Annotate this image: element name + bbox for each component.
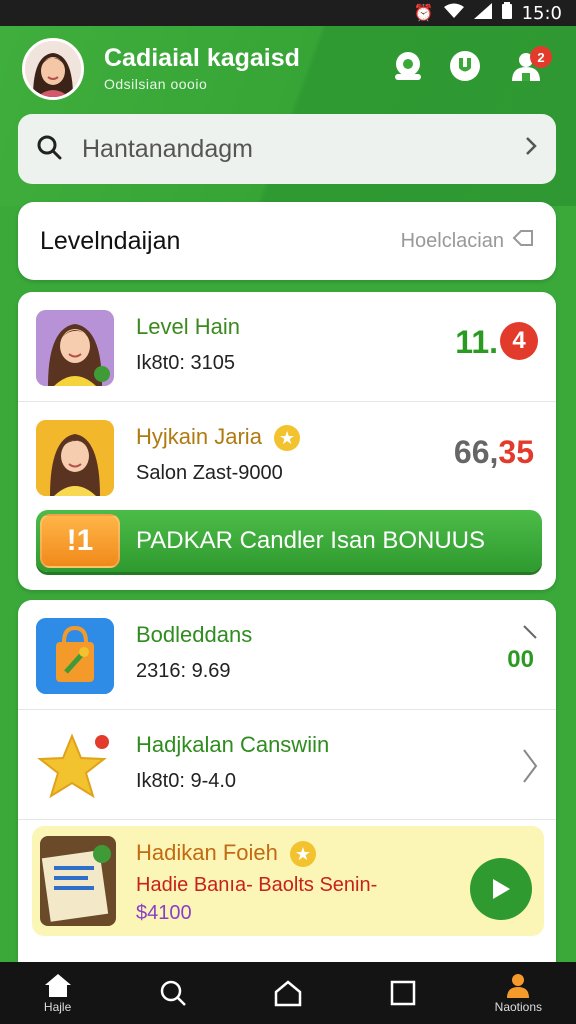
app-title: Cadiaial kagaisd <box>104 44 300 72</box>
battery-icon <box>501 2 512 24</box>
row-alert-badge: 4 <box>500 322 538 360</box>
nav-home[interactable]: Hajle <box>18 972 98 1014</box>
row-title: Bodleddans <box>136 622 253 647</box>
list-item[interactable]: Hadjkalan Canswiin Ik8t0: 9-4.0 <box>18 710 556 820</box>
chat-icon[interactable] <box>390 48 426 84</box>
profile-icon <box>507 974 530 998</box>
play-icon <box>493 879 510 899</box>
list-item[interactable]: Bodleddans 2316: 9.69 00 <box>18 600 556 710</box>
promo-subtitle: Hadie Banıa- Baolts Senin- <box>136 874 378 896</box>
status-bar: ⏰ 15:0 <box>0 0 576 26</box>
bottom-navigation: Hajle Naotions <box>0 962 576 1024</box>
chevron-right-icon <box>524 135 538 163</box>
row-alert-count: 4 <box>512 327 526 354</box>
row-value: 00 <box>507 646 534 673</box>
alarm-icon: ⏰ <box>413 5 434 22</box>
search-icon <box>160 980 186 1006</box>
row-subtitle: 2316: 9.69 <box>136 660 231 682</box>
girl-avatar-icon <box>36 310 114 386</box>
row-value: 66,35 <box>454 434 534 471</box>
promo-price: $4100 <box>136 902 192 924</box>
girl-avatar-icon <box>36 420 114 496</box>
level-section-link[interactable]: Hoelclacian <box>401 229 534 253</box>
row-subtitle: Ik8t0: 9-4.0 <box>136 770 237 792</box>
shopping-bag-icon <box>36 618 114 694</box>
level-link-label: Hoelclacian <box>400 229 504 252</box>
chevron-right-icon <box>522 748 538 789</box>
level-list: Level Hain Ik8t0: 3105 11. 4 Hyjkain Jar… <box>18 292 556 590</box>
alert-icon: !1 <box>40 514 120 568</box>
search-bar[interactable]: Hantanandagm <box>18 114 556 184</box>
wifi-icon <box>443 3 464 24</box>
square-icon <box>390 980 416 1006</box>
nav-search[interactable] <box>133 978 213 1008</box>
notification-badge: 2 <box>530 46 552 68</box>
tag-icon <box>512 229 534 253</box>
shield-icon[interactable] <box>447 48 483 84</box>
bonus-button[interactable]: !1 PADKAR Candler Isan BONUUS <box>36 510 542 572</box>
row-value-b: 35 <box>498 434 534 470</box>
avatar[interactable] <box>22 38 84 100</box>
row-subtitle: Salon Zast-9000 <box>136 462 283 484</box>
promo-title: Hadikan Foieh <box>136 840 278 865</box>
chevron-down-icon <box>522 624 538 645</box>
row-subtitle: Ik8t0: 3105 <box>136 352 235 374</box>
signal-icon <box>473 2 492 24</box>
nav-square[interactable] <box>363 979 443 1007</box>
status-time: 15:0 <box>521 2 562 24</box>
reward-list: Bodleddans 2316: 9.69 00 Hadjkalan Cansw… <box>18 600 556 962</box>
nav-profile-label: Naotions <box>494 1000 543 1014</box>
row-title: Level Hain <box>136 314 240 339</box>
play-button[interactable] <box>470 858 532 920</box>
row-value: 11. <box>455 324 498 360</box>
row-title-with-star: Hyjkain Jaria ★ <box>136 424 301 451</box>
promo-banner[interactable]: Hadikan Foieh ★ Hadie Banıa- Baolts Seni… <box>32 826 544 936</box>
nav-house[interactable] <box>248 979 328 1007</box>
bonus-button-label: PADKAR Candler Isan BONUUS <box>136 527 486 554</box>
house-outline-icon <box>274 980 302 1007</box>
level-section-header: Levelndaijan Hoelclacian <box>18 202 556 280</box>
list-item[interactable]: Level Hain Ik8t0: 3105 11. 4 <box>18 292 556 402</box>
list-item[interactable]: Hyjkain Jaria ★ Salon Zast-9000 66,35 <box>18 402 556 512</box>
row-value-a: 66, <box>453 434 499 470</box>
star-badge-icon: ★ <box>290 841 316 867</box>
promo-thumbnail <box>40 836 116 926</box>
row-title: Hadjkalan Canswiin <box>136 732 330 757</box>
nav-profile[interactable]: Naotions <box>478 972 558 1014</box>
nav-home-label: Hajle <box>43 1000 72 1014</box>
level-section-title: Levelndaijan <box>40 226 181 255</box>
app-subtitle: Odsilsian oooio <box>104 76 208 92</box>
search-input[interactable]: Hantanandagm <box>82 135 524 164</box>
promo-title-row: Hadikan Foieh ★ <box>136 840 316 867</box>
star-badge-icon: ★ <box>274 425 301 451</box>
star-icon <box>36 728 114 804</box>
search-icon <box>36 134 62 165</box>
row-title: Hyjkain Jaria <box>136 424 262 449</box>
home-icon <box>44 974 71 997</box>
